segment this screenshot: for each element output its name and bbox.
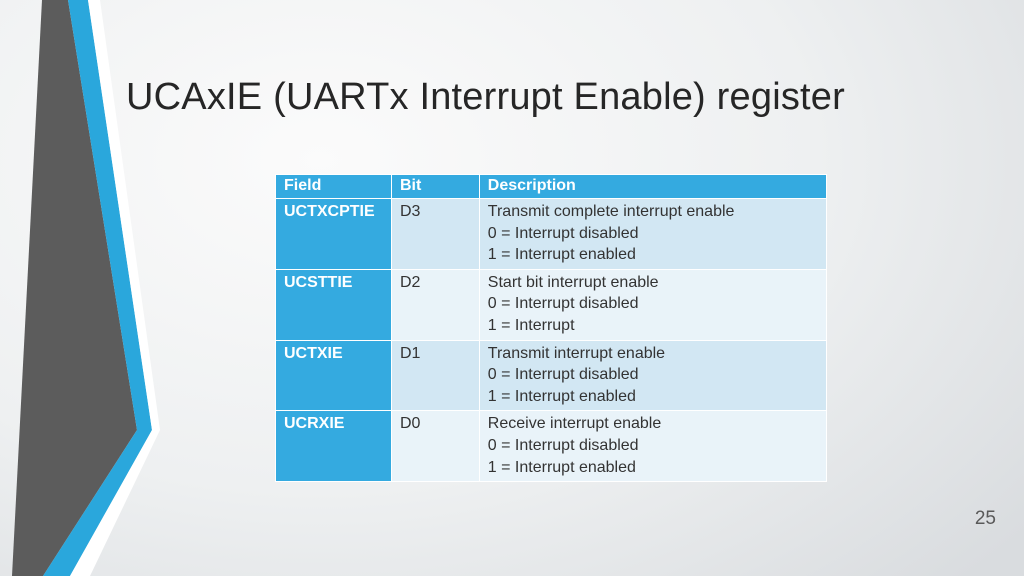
table-row: UCTXIE D1 Transmit interrupt enable 0 = …: [276, 340, 827, 411]
col-header-bit: Bit: [391, 175, 479, 199]
cell-bit: D1: [391, 340, 479, 411]
register-table: Field Bit Description UCTXCPTIE D3 Trans…: [275, 174, 827, 482]
cell-desc: Start bit interrupt enable 0 = Interrupt…: [479, 269, 826, 340]
table-row: UCTXCPTIE D3 Transmit complete interrupt…: [276, 199, 827, 270]
table-row: UCSTTIE D2 Start bit interrupt enable 0 …: [276, 269, 827, 340]
cell-desc: Transmit complete interrupt enable 0 = I…: [479, 199, 826, 270]
col-header-field: Field: [276, 175, 392, 199]
cell-field: UCSTTIE: [276, 269, 392, 340]
cell-desc: Receive interrupt enable 0 = Interrupt d…: [479, 411, 826, 482]
cell-field: UCTXCPTIE: [276, 199, 392, 270]
cell-bit: D2: [391, 269, 479, 340]
cell-field: UCRXIE: [276, 411, 392, 482]
table-row: UCRXIE D0 Receive interrupt enable 0 = I…: [276, 411, 827, 482]
page-number: 25: [975, 508, 996, 530]
col-header-desc: Description: [479, 175, 826, 199]
slide-title: UCAxIE (UARTx Interrupt Enable) register: [126, 76, 845, 119]
table-header-row: Field Bit Description: [276, 175, 827, 199]
cell-bit: D0: [391, 411, 479, 482]
cell-bit: D3: [391, 199, 479, 270]
cell-field: UCTXIE: [276, 340, 392, 411]
cell-desc: Transmit interrupt enable 0 = Interrupt …: [479, 340, 826, 411]
